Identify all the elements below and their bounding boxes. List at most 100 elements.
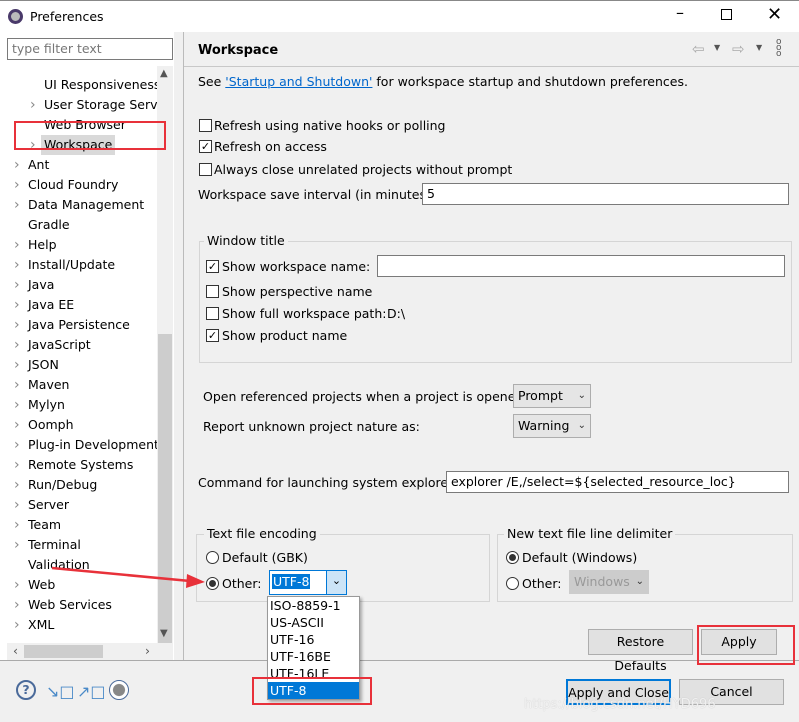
scroll-right-icon[interactable]: › (145, 643, 150, 658)
tree-item[interactable]: › XML (0, 615, 157, 635)
tree-item[interactable]: › Server (0, 495, 157, 515)
delimiter-other-radio[interactable] (506, 577, 519, 590)
workspace-name-input[interactable] (377, 255, 785, 277)
vertical-scrollbar[interactable]: ▲ ▼ (157, 66, 173, 654)
tree-item[interactable]: › Java (0, 275, 157, 295)
minimize-button[interactable]: – (676, 3, 684, 22)
chevron-down-icon[interactable]: ⌄ (326, 571, 346, 594)
restore-defaults-button[interactable]: Restore Defaults (588, 629, 693, 673)
chevron-right-icon[interactable]: › (14, 255, 20, 275)
forward-menu-icon[interactable]: ▼ (756, 43, 762, 52)
close-button[interactable]: ✕ (767, 4, 782, 25)
back-menu-icon[interactable]: ▼ (714, 43, 720, 52)
chevron-right-icon[interactable]: › (14, 335, 20, 355)
record-icon[interactable] (109, 680, 129, 700)
back-icon[interactable]: ⇦ (692, 40, 705, 58)
chevron-right-icon[interactable]: › (14, 155, 20, 175)
tree-item[interactable]: › Data Management (0, 195, 157, 215)
chevron-right-icon[interactable]: › (14, 195, 20, 215)
view-menu-icon[interactable]: ooo (776, 38, 782, 59)
tree-item[interactable]: › JavaScript (0, 335, 157, 355)
refresh-native-checkbox[interactable] (199, 119, 212, 132)
chevron-right-icon[interactable]: › (14, 535, 20, 555)
show-product-checkbox[interactable]: ✓ (206, 329, 219, 342)
tree-item[interactable]: › Team (0, 515, 157, 535)
always-close-checkbox[interactable] (199, 163, 212, 176)
encoding-option[interactable]: UTF-16 (268, 631, 359, 648)
chevron-right-icon[interactable]: › (14, 435, 20, 455)
chevron-right-icon[interactable]: › (14, 375, 20, 395)
show-perspective-checkbox[interactable] (206, 285, 219, 298)
encoding-default-radio[interactable] (206, 551, 219, 564)
show-workspace-name-checkbox[interactable]: ✓ (206, 260, 219, 273)
scroll-down-icon[interactable]: ▼ (160, 628, 168, 639)
chevron-right-icon[interactable]: › (14, 475, 20, 495)
tree-item-label: Cloud Foundry (28, 177, 119, 192)
chevron-right-icon[interactable]: › (14, 615, 20, 635)
tree-item[interactable]: › Java Persistence (0, 315, 157, 335)
show-full-path-checkbox[interactable] (206, 307, 219, 320)
tree-item[interactable]: › Cloud Foundry (0, 175, 157, 195)
tree-item[interactable]: › Web Services (0, 595, 157, 615)
startup-shutdown-link[interactable]: 'Startup and Shutdown' (225, 74, 372, 89)
report-unknown-label: Report unknown project nature as: (203, 419, 420, 434)
chevron-right-icon[interactable]: › (14, 575, 20, 595)
tree-item[interactable]: › Java EE (0, 295, 157, 315)
tree-item[interactable]: › Plug-in Development (0, 435, 159, 455)
tree-item-label: JavaScript (28, 337, 91, 352)
tree-item[interactable]: › Help (0, 235, 157, 255)
chevron-right-icon[interactable]: › (14, 495, 20, 515)
tree-item[interactable]: › Remote Systems (0, 455, 157, 475)
chevron-right-icon[interactable]: › (14, 395, 20, 415)
tree-item[interactable]: › Run/Debug (0, 475, 157, 495)
help-icon[interactable]: ? (16, 680, 36, 700)
chevron-right-icon[interactable]: › (14, 415, 20, 435)
chevron-right-icon[interactable]: › (14, 315, 20, 335)
maximize-button[interactable] (721, 9, 732, 20)
tree-item[interactable]: › JSON (0, 355, 157, 375)
encoding-combo[interactable]: UTF-8 ⌄ (269, 570, 347, 595)
header-divider (184, 66, 799, 67)
forward-icon[interactable]: ⇨ (732, 40, 745, 58)
scroll-left-icon[interactable]: ‹ (13, 643, 18, 658)
encoding-option[interactable]: US-ASCII (268, 614, 359, 631)
tree-item[interactable]: › Install/Update (0, 255, 157, 275)
refresh-access-checkbox[interactable]: ✓ (199, 140, 212, 153)
encoding-option[interactable]: ISO-8859-1 (268, 597, 359, 614)
show-workspace-name-label: Show workspace name: (222, 259, 371, 274)
chevron-right-icon[interactable]: › (14, 595, 20, 615)
show-perspective-label: Show perspective name (222, 284, 373, 299)
filter-input[interactable]: type filter text (7, 38, 173, 60)
chevron-right-icon[interactable]: › (14, 295, 20, 315)
chevron-right-icon[interactable]: › (14, 275, 20, 295)
chevron-right-icon[interactable]: › (14, 455, 20, 475)
tree-item[interactable]: UI Responsiveness (0, 75, 160, 95)
tree-item[interactable]: › Terminal (0, 535, 157, 555)
save-interval-input[interactable]: 5 (422, 183, 789, 205)
tree-item[interactable]: › User Storage Servic (0, 95, 168, 115)
import-icon[interactable]: ↘□ (46, 682, 75, 701)
chevron-right-icon[interactable]: › (14, 355, 20, 375)
vertical-scroll-thumb[interactable] (158, 334, 172, 654)
window-title: Preferences (30, 9, 104, 24)
explorer-command-input[interactable]: explorer /E,/select=${selected_resource_… (446, 471, 789, 493)
chevron-right-icon[interactable]: › (14, 235, 20, 255)
chevron-right-icon[interactable]: › (30, 95, 36, 115)
delimiter-default-radio[interactable] (506, 551, 519, 564)
tree-item[interactable]: › Ant (0, 155, 157, 175)
scroll-up-icon[interactable]: ▲ (160, 68, 168, 79)
report-unknown-select[interactable]: Warning ⌄ (513, 414, 591, 438)
chevron-right-icon[interactable]: › (14, 515, 20, 535)
tree-item[interactable]: Gradle (0, 215, 157, 235)
tree-item[interactable]: › Oomph (0, 415, 157, 435)
encoding-option[interactable]: UTF-16BE (268, 648, 359, 665)
open-referenced-select[interactable]: Prompt ⌄ (513, 384, 591, 408)
chevron-right-icon[interactable]: › (14, 175, 20, 195)
tree-item[interactable]: › Maven (0, 375, 157, 395)
tree-item-label: Java EE (28, 297, 75, 312)
save-interval-label: Workspace save interval (in minutes): (198, 187, 436, 202)
export-icon[interactable]: ↗□ (77, 682, 106, 701)
horizontal-scrollbar[interactable]: ‹ › (7, 643, 173, 660)
horizontal-scroll-thumb[interactable] (24, 645, 103, 658)
tree-item[interactable]: › Mylyn (0, 395, 157, 415)
